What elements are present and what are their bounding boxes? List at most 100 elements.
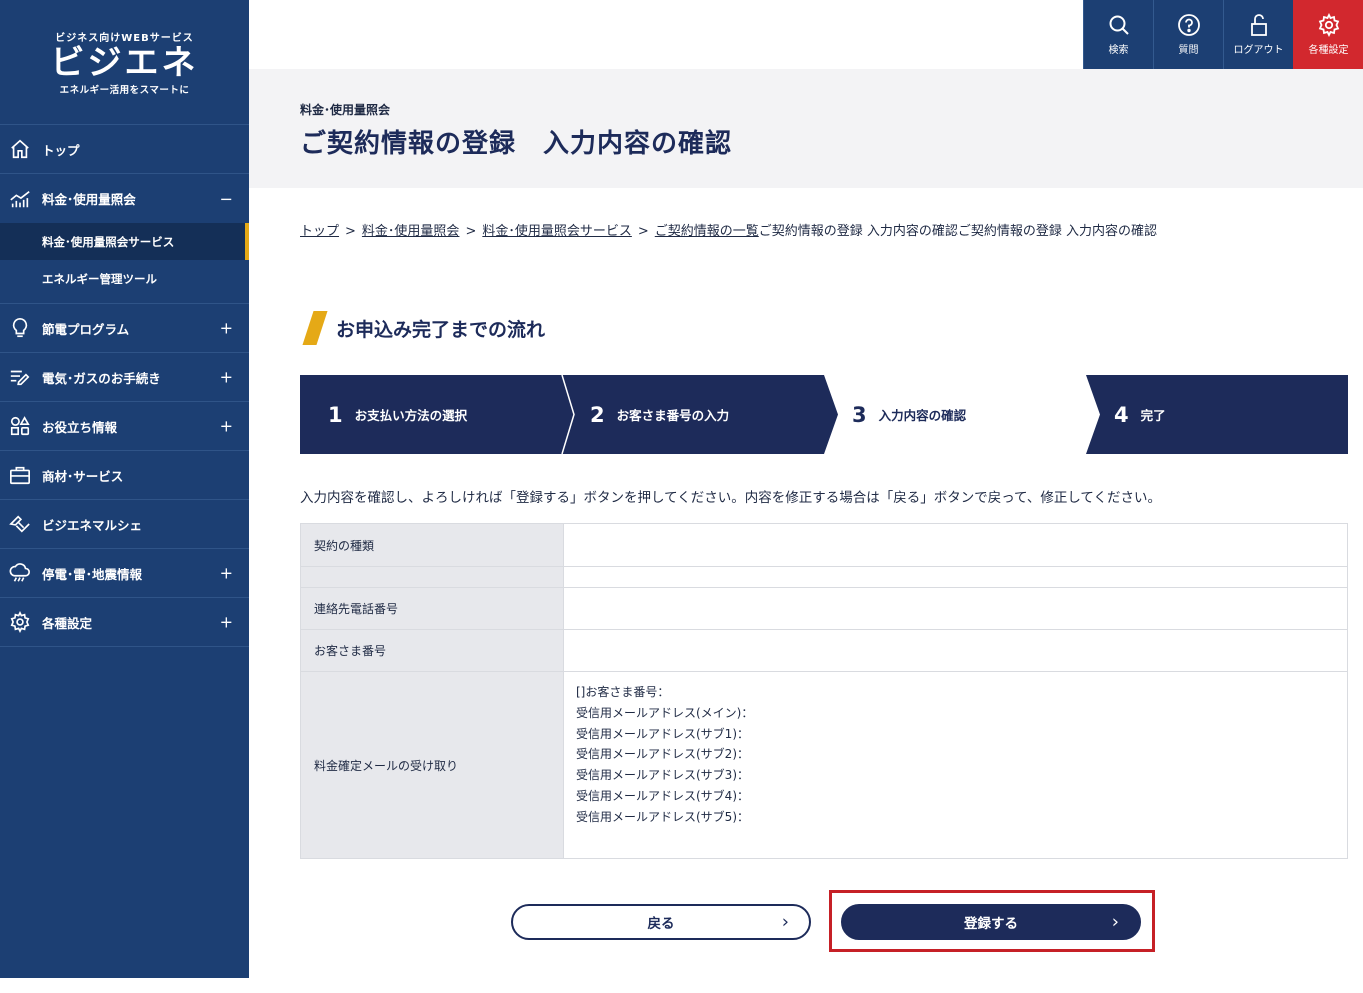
sidebar-item-saving-program[interactable]: 節電プログラム + — [0, 304, 249, 353]
faq-label: 質問 — [1178, 45, 1199, 56]
flow-heading: お申込み完了までの流れ — [300, 310, 545, 346]
table-row: お客さま番号 — [300, 629, 1348, 672]
instruction-text: 入力内容を確認し、よろしければ「登録する」ボタンを押してください。内容を修正する… — [300, 490, 1162, 506]
step-label: 入力内容の確認 — [878, 408, 967, 423]
breadcrumb-link-contract-list[interactable]: ご契約情報の一覧 — [655, 224, 759, 239]
sidebar-item-products[interactable]: 商材･サービス — [0, 451, 249, 500]
question-icon — [1177, 14, 1200, 36]
list-edit-icon — [9, 366, 31, 388]
expand-icon[interactable]: + — [220, 319, 233, 338]
row-value — [563, 629, 1348, 672]
row-value — [563, 566, 1348, 588]
sidebar-item-procedures[interactable]: 電気･ガスのお手続き + — [0, 353, 249, 402]
expand-icon[interactable]: + — [220, 417, 233, 436]
gear-icon — [1318, 13, 1339, 37]
mail-line: []お客さま番号： — [576, 685, 670, 699]
breadcrumb-link-billing[interactable]: 料金･使用量照会 — [362, 224, 460, 239]
mail-line: 受信用メールアドレス(サブ2)： — [576, 747, 749, 762]
storm-icon — [9, 562, 31, 584]
page-title: ご契約情報の登録 入力内容の確認 — [300, 129, 733, 159]
step-number: 2 — [590, 402, 605, 427]
sidebar-item-useful-info[interactable]: お役立ち情報 + — [0, 402, 249, 451]
step-label: お客さま番号の入力 — [616, 408, 730, 423]
sidebar-subnav: 料金･使用量照会サービス エネルギー管理ツール — [0, 223, 249, 304]
expand-icon[interactable]: + — [220, 368, 233, 387]
breadcrumb-separator: > — [637, 224, 649, 239]
table-row — [300, 566, 1348, 588]
page-category: 料金･使用量照会 — [300, 103, 391, 117]
handshake-icon — [9, 513, 31, 535]
chevron-right-icon: › — [1111, 911, 1119, 933]
sidebar-item-label: トップ — [42, 142, 80, 158]
sidebar-subitem-billing-service[interactable]: 料金･使用量照会サービス — [0, 223, 249, 260]
heading-accent-bar — [302, 311, 328, 345]
lightbulb-icon — [9, 317, 31, 339]
sidebar-item-label: 電気･ガスのお手続き — [42, 370, 161, 386]
collapse-icon[interactable]: − — [220, 189, 233, 208]
bag-icon — [9, 464, 31, 486]
header-actions: 検索 質問 ログアウト 各種設定 — [1083, 0, 1363, 69]
expand-icon[interactable]: + — [220, 564, 233, 583]
sidebar-item-label: ビジエネマルシェ — [42, 517, 143, 533]
lock-icon — [1250, 14, 1267, 36]
step-number: 3 — [852, 402, 867, 427]
submit-button[interactable]: 登録する › — [841, 904, 1141, 940]
step-number: 1 — [328, 402, 343, 427]
sidebar-subitem-energy-tool[interactable]: エネルギー管理ツール — [0, 260, 249, 297]
sidebar-item-label: 停電･雷･地震情報 — [42, 566, 143, 582]
expand-icon[interactable]: + — [220, 613, 233, 632]
mail-lines: []お客さま番号： 受信用メールアドレス(メイン)： 受信用メールアドレス(サブ… — [576, 682, 1347, 828]
back-button-label: 戻る — [647, 916, 675, 932]
home-icon — [9, 138, 31, 160]
sidebar-item-label: お役立ち情報 — [42, 419, 118, 435]
sidebar-item-marche[interactable]: ビジエネマルシェ — [0, 500, 249, 549]
logout-button[interactable]: ログアウト — [1223, 0, 1293, 69]
breadcrumb: トップ > 料金･使用量照会 > 料金･使用量照会サービス > ご契約情報の一覧ご契約情報の… — [300, 220, 1157, 239]
breadcrumb-current: ご契約情報の登録 入力内容の確認ご契約情報の登録 入力内容の確認 — [758, 224, 1158, 239]
table-row: 料金確定メールの受け取り []お客さま番号： 受信用メールアドレス(メイン)： … — [300, 671, 1348, 859]
row-label: お客さま番号 — [300, 629, 564, 672]
sidebar-item-label: 節電プログラム — [42, 321, 130, 337]
settings-label: 各種設定 — [1308, 45, 1349, 56]
sidebar-item-label: 料金･使用量照会 — [42, 192, 136, 207]
confirmation-table: 契約の種類 連絡先電話番号 お客さま番号 料金確定メールの受け取り []お客さま… — [300, 523, 1348, 859]
step-4: 4 完了 — [1114, 375, 1166, 454]
search-label: 検索 — [1108, 45, 1129, 56]
sidebar: ビジネス向けWEBサービス ビジエネ エネルギー活用をスマートに トップ 料金･… — [0, 0, 249, 978]
row-value — [563, 587, 1348, 630]
logo-tagline-top: ビジネス向けWEBサービス — [55, 32, 194, 44]
row-label — [300, 566, 564, 588]
search-icon — [1109, 15, 1129, 35]
sidebar-item-outage[interactable]: 停電･雷･地震情報 + — [0, 549, 249, 598]
table-row: 連絡先電話番号 — [300, 587, 1348, 630]
gear-icon — [9, 611, 31, 633]
mail-line: 受信用メールアドレス(サブ1)： — [576, 726, 749, 741]
step-3: 3 入力内容の確認 — [852, 375, 966, 454]
submit-button-label: 登録する — [964, 916, 1018, 932]
table-row: 契約の種類 — [300, 523, 1348, 567]
logout-label: ログアウト — [1233, 45, 1284, 56]
breadcrumb-link-top[interactable]: トップ — [300, 224, 339, 239]
row-label: 契約の種類 — [300, 523, 564, 567]
logo-tagline-bottom: エネルギー活用をスマートに — [59, 84, 190, 96]
row-label: 連絡先電話番号 — [300, 587, 564, 630]
back-button[interactable]: 戻る › — [511, 904, 811, 940]
step-2: 2 お客さま番号の入力 — [590, 375, 729, 454]
mail-line: 受信用メールアドレス(サブ3)： — [576, 768, 749, 783]
breadcrumb-separator: > — [465, 224, 477, 239]
sidebar-item-top[interactable]: トップ — [0, 125, 249, 174]
sidebar-item-settings[interactable]: 各種設定 + — [0, 598, 249, 647]
sidebar-item-label: 各種設定 — [42, 615, 93, 631]
search-button[interactable]: 検索 — [1083, 0, 1153, 69]
breadcrumb-link-billing-service[interactable]: 料金･使用量照会サービス — [482, 224, 632, 239]
sidebar-item-label: 商材･サービス — [42, 468, 124, 484]
logo[interactable]: ビジネス向けWEBサービス ビジエネ エネルギー活用をスマートに — [0, 0, 249, 125]
logo-name: ビジエネ — [50, 42, 199, 83]
mail-settings-value: []お客さま番号： 受信用メールアドレス(メイン)： 受信用メールアドレス(サブ… — [563, 671, 1348, 859]
mail-line: 受信用メールアドレス(メイン)： — [576, 705, 754, 720]
sidebar-item-billing[interactable]: 料金･使用量照会 − — [0, 174, 249, 223]
settings-button[interactable]: 各種設定 — [1293, 0, 1363, 69]
progress-steps: 1 お支払い方法の選択 2 お客さま番号の入力 3 入力内容の確認 4 完了 — [300, 375, 1348, 454]
faq-button[interactable]: 質問 — [1153, 0, 1223, 69]
chevron-right-icon: › — [781, 911, 789, 933]
